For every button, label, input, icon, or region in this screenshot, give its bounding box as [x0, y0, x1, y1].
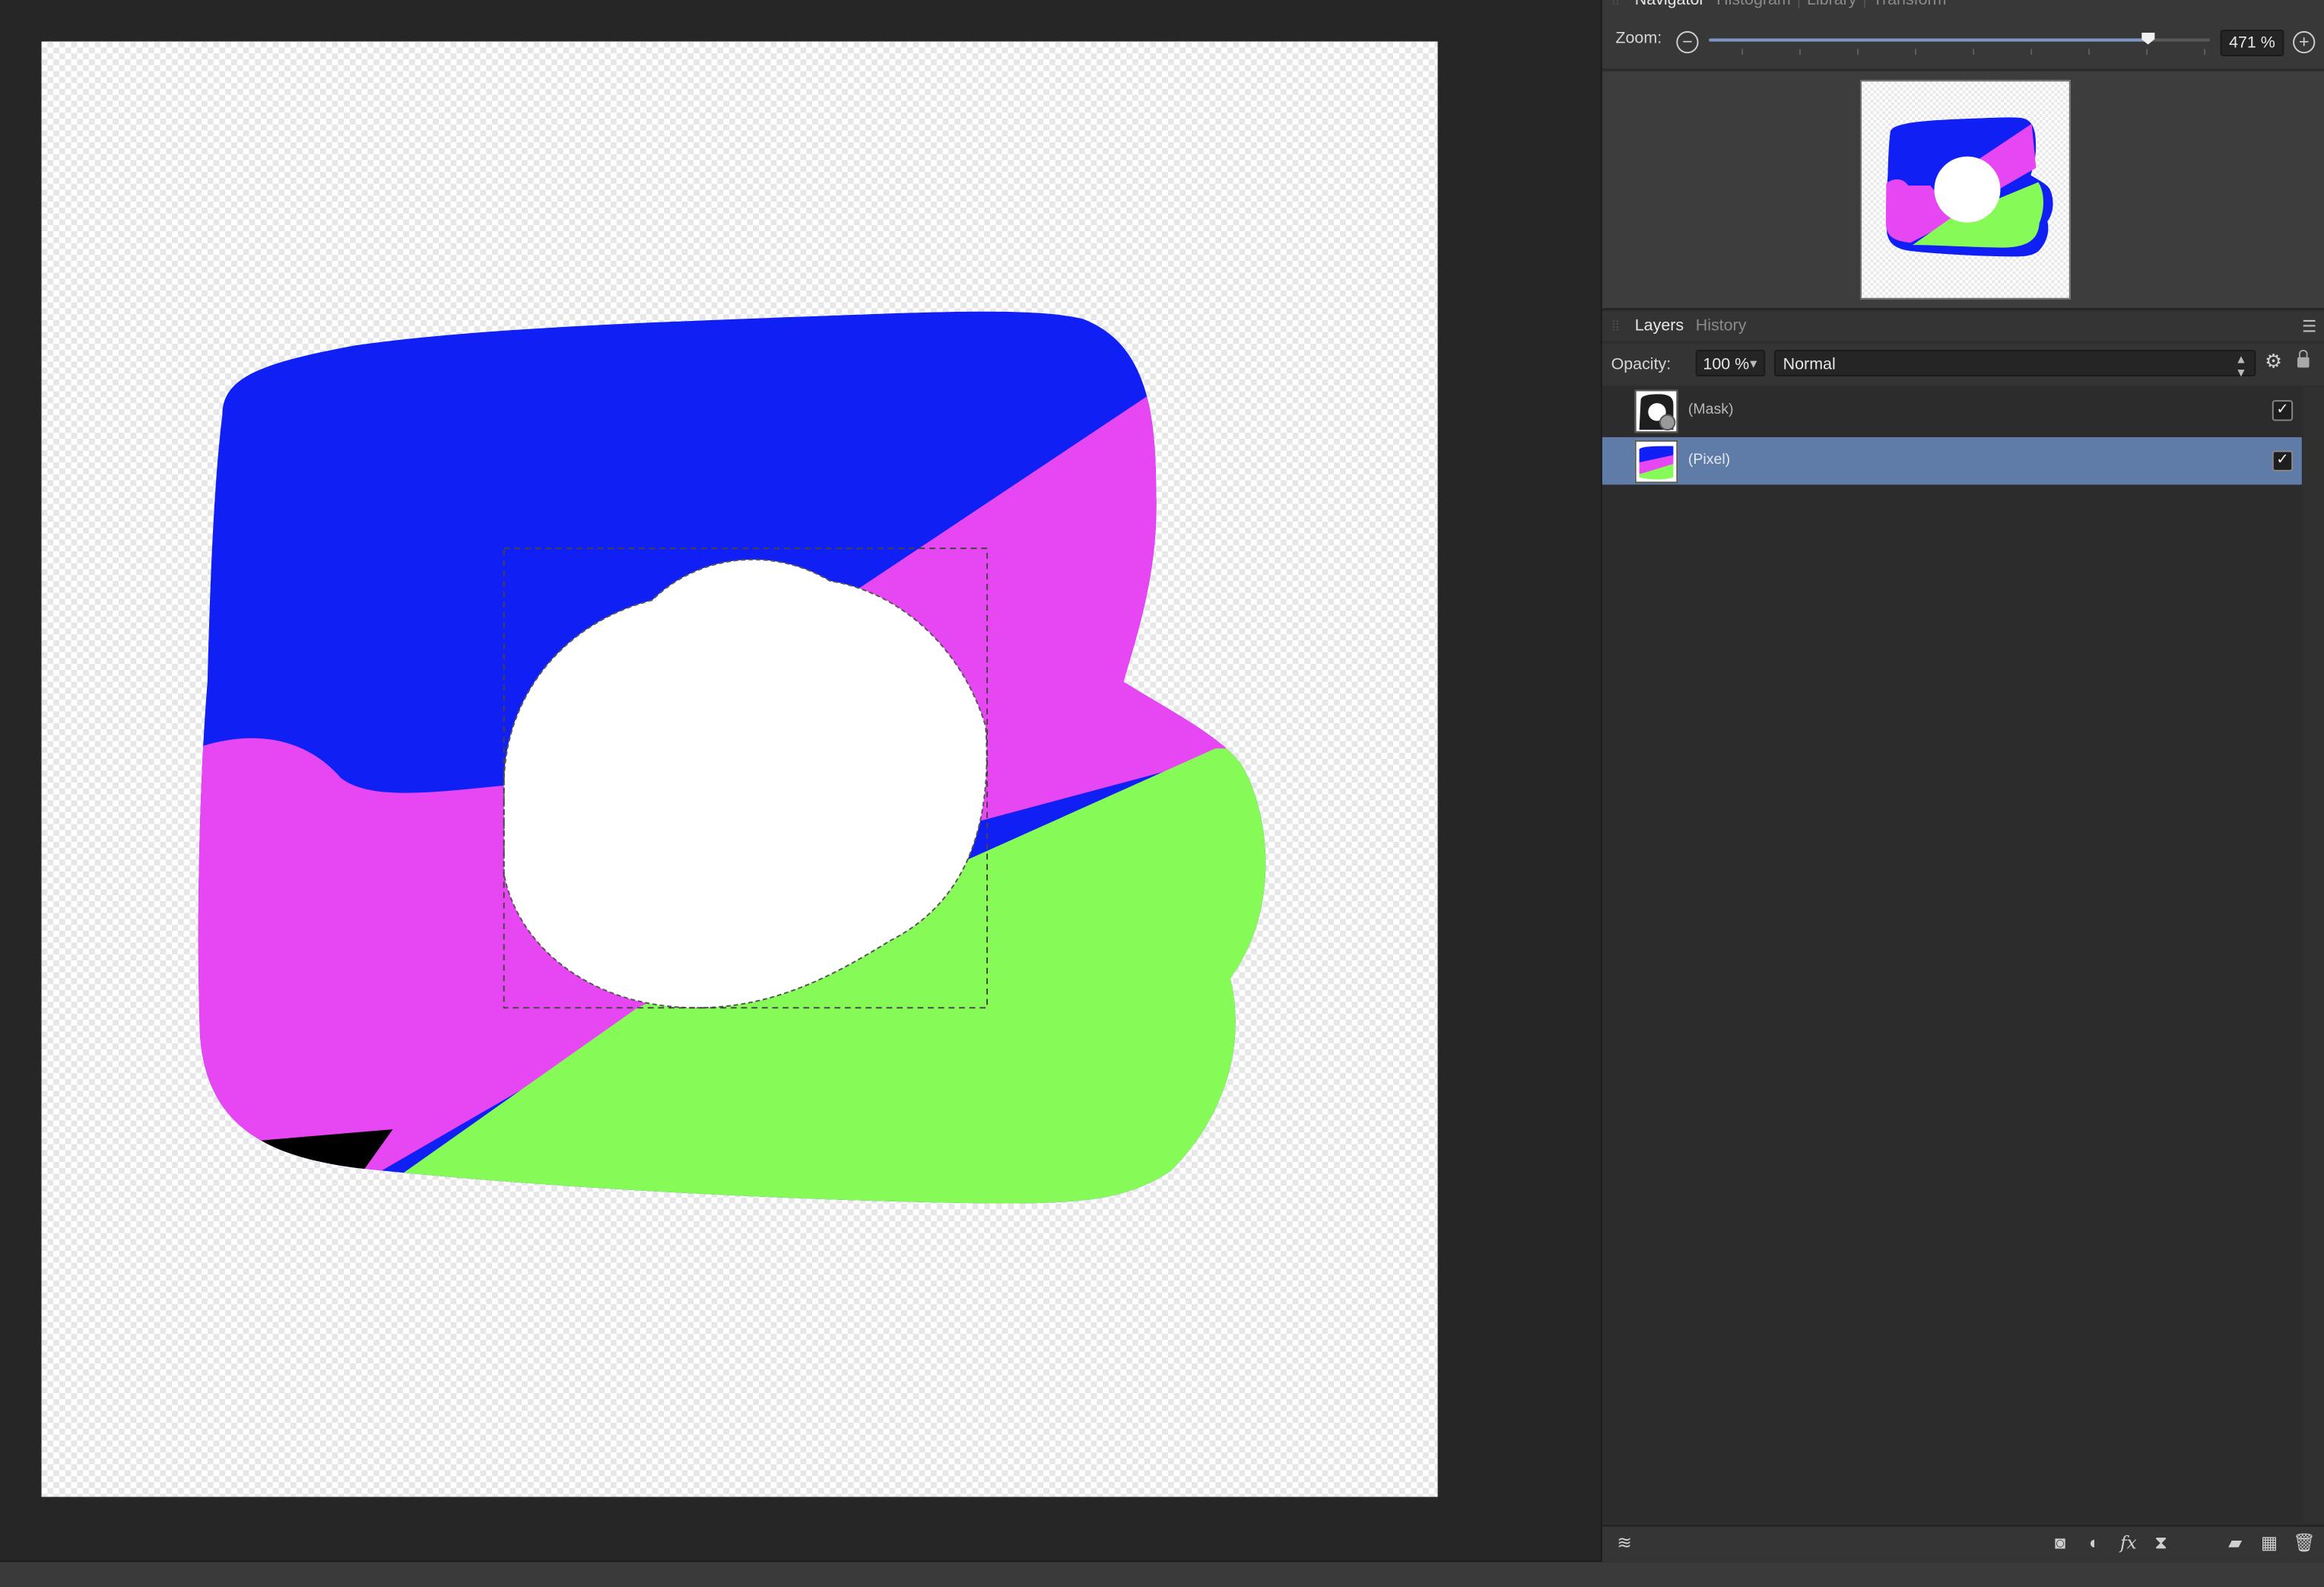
layers-toolbar: Opacity: 100 % ▼ Normal ▲ ▼ ⚙ [1602, 344, 2324, 386]
zoom-slider-tick [2146, 49, 2148, 56]
layer-visibility-checkbox[interactable]: ✓ [2272, 400, 2294, 421]
mask-layer-thumbnail [1634, 389, 1678, 433]
zoom-slider-thumb[interactable] [2141, 32, 2155, 45]
zoom-slider-tick [2030, 49, 2033, 56]
opacity-label: Opacity: [1611, 355, 1672, 374]
layer-name: (Mask) [1687, 402, 1734, 418]
blend-mode-select[interactable]: Normal ▲ ▼ [1773, 349, 2256, 379]
layer-visibility-checkbox[interactable]: ✓ [2272, 450, 2294, 471]
chevron-down-icon: ▼ [1748, 357, 1760, 371]
document-canvas[interactable] [41, 41, 1438, 1497]
tab-library[interactable]: Library [1801, 0, 1862, 9]
zoom-slider-tick [1741, 49, 1744, 56]
tab-navigator[interactable]: Navigator [1629, 0, 1710, 9]
gear-icon[interactable]: ⚙ [2265, 350, 2282, 373]
zoom-slider-tick [2088, 49, 2091, 56]
zoom-slider[interactable] [1709, 38, 2210, 42]
navigator-preview[interactable] [1602, 69, 2324, 310]
layers-list[interactable] [1602, 386, 2302, 1522]
tab-history[interactable]: History [1690, 317, 1752, 335]
fx-icon[interactable]: fx [2118, 1532, 2138, 1553]
opacity-field[interactable]: 100 % ▼ [1695, 349, 1766, 377]
panel-grip-icon[interactable]: ⁞⁞ [1602, 319, 1629, 333]
mask-icon[interactable]: ◙ [2049, 1532, 2070, 1553]
panel-grip-icon[interactable]: ⁞⁞ [1602, 0, 1629, 8]
lock-icon[interactable] [2297, 349, 2310, 368]
layers-panel-tabs: ⁞⁞ Layers History ☰ [1602, 311, 2324, 341]
zoom-label: Zoom: [1615, 29, 1662, 48]
zoom-slider-tick [1915, 49, 1917, 56]
updown-arrows-icon: ▲ ▼ [2235, 352, 2247, 379]
pixel-layer-icon[interactable]: ▦ [2259, 1532, 2279, 1553]
adjustment-icon[interactable]: ◐ [2084, 1532, 2104, 1553]
panel-menu-icon[interactable]: ☰ [2302, 316, 2316, 335]
opacity-value: 100 % [1703, 355, 1750, 374]
tab-layers[interactable]: Layers [1629, 317, 1690, 335]
tab-histogram[interactable]: Histogram [1710, 0, 1796, 9]
zoom-value-field[interactable]: 471 % [2220, 29, 2284, 57]
blend-mode-value: Normal [1783, 355, 1836, 374]
zoom-slider-ticks [1709, 49, 2264, 56]
zoom-slider-tick [1857, 49, 1859, 56]
studio-panel: ⁞⁞ Navigator Histogram | Library | Trans… [1600, 0, 2324, 1563]
trash-icon[interactable]: 🗑 [2293, 1532, 2316, 1553]
layer-stack-icon[interactable]: ≋ [1614, 1532, 1634, 1553]
pixel-layer-thumbnail [1634, 440, 1678, 484]
zoom-slider-tick [2204, 49, 2206, 56]
zoom-out-icon[interactable]: − [1676, 30, 1699, 54]
navigator-thumbnail[interactable] [1859, 80, 2071, 300]
navigator-artwork [1885, 117, 2053, 257]
app-window: ⁞⁞ Navigator Histogram | Library | Trans… [0, 0, 2324, 1587]
layer-name: (Pixel) [1687, 452, 1731, 468]
canvas-area[interactable] [0, 0, 1601, 1561]
live-filter-icon[interactable]: ⧗ [2151, 1532, 2171, 1553]
artwork [198, 311, 1266, 1204]
zoom-in-icon[interactable]: + [2293, 30, 2316, 54]
zoom-slider-tick [1799, 49, 1802, 56]
layers-scrollbar[interactable] [2303, 386, 2324, 1522]
zoom-slider-tick [1973, 49, 1975, 56]
group-icon[interactable]: ▰ [2224, 1532, 2245, 1553]
navigator-panel-tabs: ⁞⁞ Navigator Histogram | Library | Trans… [1602, 0, 2324, 15]
zoom-row: Zoom: − 471 % + [1602, 14, 2324, 68]
layers-bottom-bar: ≋ ◙ ◐ fx ⧗ ▰ ▦ 🗑 [1602, 1525, 2324, 1563]
status-bar [0, 1560, 2324, 1587]
tab-transform[interactable]: Transform [1867, 0, 1952, 9]
layer-row-pixel[interactable]: (Pixel) ✓ [1602, 436, 2302, 485]
zoom-slider-fill [1709, 38, 2148, 42]
layer-row-mask[interactable]: (Mask) ✓ [1602, 387, 2302, 434]
